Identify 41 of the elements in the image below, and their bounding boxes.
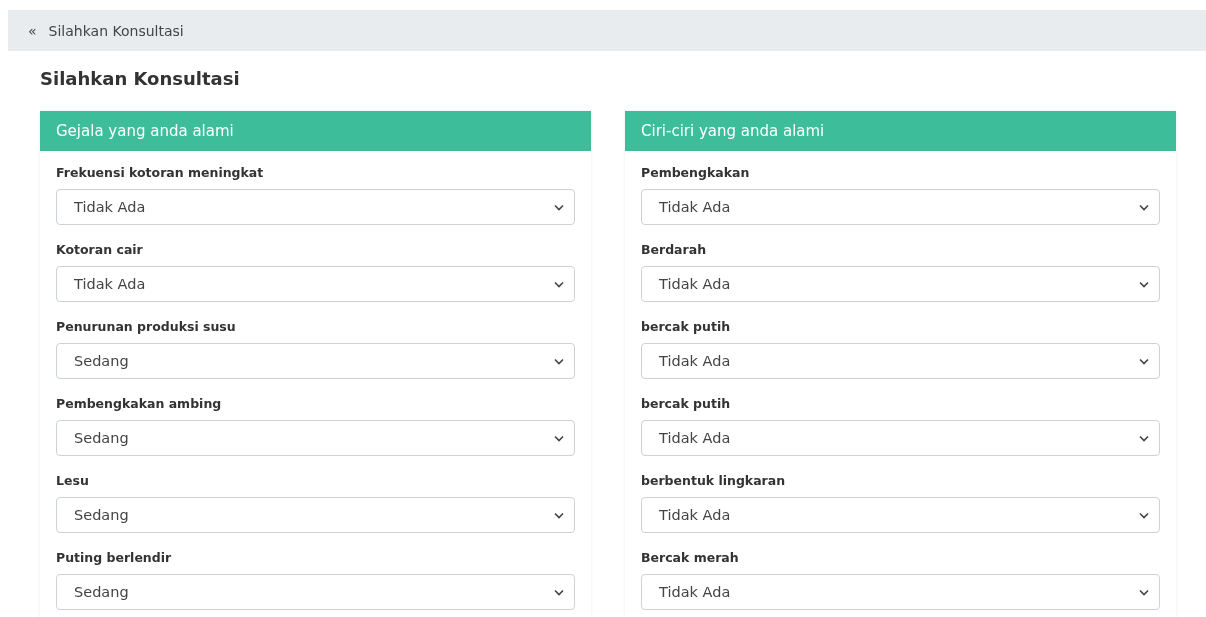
chevron-down-icon (1139, 434, 1149, 442)
select-field[interactable]: Sedang (56, 420, 575, 456)
chevron-down-icon (1139, 203, 1149, 211)
field-label: Bercak merah (641, 550, 740, 566)
select-field[interactable]: Tidak Ada (641, 574, 1160, 610)
field-label: Berdarah (641, 242, 708, 258)
page-title: Silahkan Konsultasi (40, 67, 241, 91)
select-field[interactable]: Sedang (56, 574, 575, 610)
chevron-down-icon (554, 203, 564, 211)
select-field[interactable]: Sedang (56, 497, 575, 533)
chevron-down-icon (1139, 280, 1149, 288)
field-label: Pembengkakan ambing (56, 396, 223, 412)
select-field[interactable]: Tidak Ada (56, 189, 575, 225)
field-label: Kotoran cair (56, 242, 144, 258)
select-field[interactable]: Tidak Ada (641, 497, 1160, 533)
chevron-down-icon (554, 511, 564, 519)
field-label: Frekuensi kotoran meningkat (56, 165, 265, 181)
chevron-down-icon (554, 434, 564, 442)
breadcrumb-title: Silahkan Konsultasi (48, 22, 184, 39)
panel-header: Gejala yang anda alami (40, 111, 591, 151)
panel-header: Ciri-ciri yang anda alami (625, 111, 1176, 151)
chevron-down-icon (554, 280, 564, 288)
field-label: Pembengkakan (641, 165, 751, 181)
select-field[interactable]: Tidak Ada (641, 420, 1160, 456)
select-field[interactable]: Tidak Ada (56, 266, 575, 302)
field-label: berbentuk lingkaran (641, 473, 787, 489)
select-field[interactable]: Sedang (56, 343, 575, 379)
field-label: Penurunan produksi susu (56, 319, 237, 335)
chevron-down-icon (554, 357, 564, 365)
chevron-down-icon (1139, 588, 1149, 596)
field-label: Lesu (56, 473, 90, 489)
chevron-down-icon (1139, 511, 1149, 519)
chevron-down-icon (1139, 357, 1149, 365)
field-label: bercak putih (641, 319, 732, 335)
back-icon[interactable]: « (28, 22, 37, 39)
chevron-down-icon (554, 588, 564, 596)
select-field[interactable]: Tidak Ada (641, 189, 1160, 225)
select-field[interactable]: Tidak Ada (641, 266, 1160, 302)
field-label: bercak putih (641, 396, 732, 412)
field-label: Puting berlendir (56, 550, 173, 566)
select-field[interactable]: Tidak Ada (641, 343, 1160, 379)
